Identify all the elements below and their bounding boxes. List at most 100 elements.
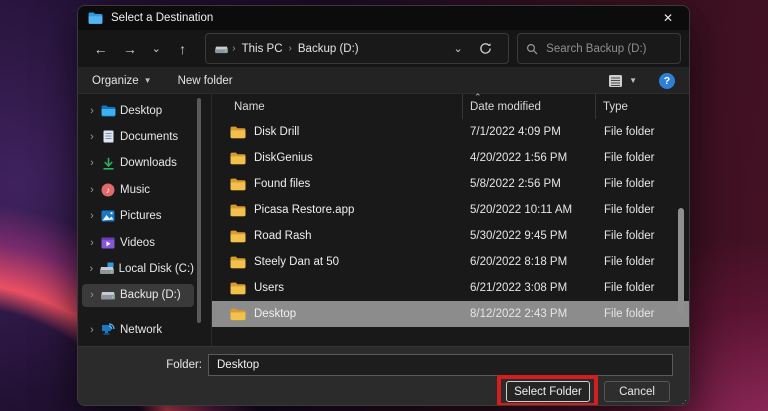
expand-chevron-icon[interactable]: › [86, 324, 98, 336]
breadcrumb-separator: › [232, 43, 236, 54]
organize-button[interactable]: Organize ▼ [92, 75, 152, 87]
sidebar-item-downloads[interactable]: › Downloads [82, 152, 194, 175]
sidebar-item-music[interactable]: › ♪ Music [82, 178, 194, 201]
sidebar-item-label: Documents [120, 130, 179, 143]
sidebar-item-backup-d[interactable]: › Backup (D:) [82, 283, 194, 307]
file-row[interactable]: Disk Drill 7/1/2022 4:09 PM File folder [212, 119, 689, 145]
navigation-bar: ← → ⌄ ↑ › This PC › Backup (D:) ⌄ [78, 30, 689, 68]
sidebar-item-label: Network [120, 323, 163, 336]
search-box[interactable] [517, 33, 681, 64]
back-icon[interactable]: ← [88, 36, 113, 62]
breadcrumb-backup-d[interactable]: Backup (D:) [295, 43, 362, 55]
navigation-sidebar: › Desktop › Documents › Downloads › ♪ Music › Pict… [78, 94, 208, 346]
sidebar-item-label: Music [120, 183, 151, 196]
titlebar: Select a Destination ✕ [78, 6, 689, 30]
file-date-modified: 5/20/2022 10:11 AM [470, 204, 573, 216]
recent-locations-chevron-icon[interactable]: ⌄ [147, 36, 166, 62]
file-name: Disk Drill [254, 126, 300, 138]
file-date-modified: 5/8/2022 2:56 PM [470, 178, 561, 190]
music-icon: ♪ [100, 183, 116, 197]
column-header-date-modified[interactable]: Date modified [462, 94, 595, 119]
column-header-name[interactable]: Name [212, 94, 462, 119]
view-mode-icon[interactable] [608, 74, 623, 88]
sidebar-item-pictures[interactable]: › Pictures [82, 205, 194, 228]
vertical-scrollbar-thumb[interactable] [678, 208, 684, 314]
sidebar-item-label: Videos [120, 236, 155, 249]
file-type: File folder [604, 178, 655, 190]
sidebar-item-local-disk-c[interactable]: › Local Disk (C:) [82, 257, 194, 280]
search-icon [526, 43, 538, 55]
file-type: File folder [604, 230, 655, 242]
folder-icon [230, 256, 246, 269]
search-input[interactable] [546, 42, 667, 55]
drive-icon [214, 43, 229, 54]
file-date-modified: 5/30/2022 9:45 PM [470, 230, 568, 242]
new-folder-button[interactable]: New folder [178, 75, 233, 87]
address-bar[interactable]: › This PC › Backup (D:) ⌄ [205, 33, 510, 64]
select-folder-button[interactable]: Select Folder [506, 381, 590, 402]
resize-grip[interactable]: ⋰ [679, 399, 687, 405]
address-dropdown-chevron-icon[interactable]: ⌄ [448, 36, 468, 62]
up-icon[interactable]: ↑ [170, 36, 195, 62]
expand-chevron-icon[interactable]: › [86, 184, 98, 196]
window-folder-icon [88, 12, 103, 24]
file-type: File folder [604, 282, 655, 294]
expand-chevron-icon[interactable]: › [86, 131, 98, 143]
window-title: Select a Destination [111, 12, 214, 24]
sidebar-scrollbar[interactable] [197, 98, 201, 323]
file-type: File folder [604, 308, 655, 320]
file-name: Steely Dan at 50 [254, 256, 340, 268]
sidebar-item-label: Pictures [120, 210, 162, 223]
column-header-type[interactable]: Type [595, 94, 689, 119]
expand-chevron-icon[interactable]: › [86, 210, 98, 222]
close-icon[interactable]: ✕ [657, 9, 679, 27]
folder-icon [230, 230, 246, 243]
organize-label: Organize [92, 74, 139, 87]
sidebar-item-desktop[interactable]: › Desktop [82, 99, 194, 122]
select-destination-dialog: Select a Destination ✕ ← → ⌄ ↑ › This PC… [77, 5, 690, 406]
expand-chevron-icon[interactable]: › [86, 289, 98, 301]
file-row[interactable]: Road Rash 5/30/2022 9:45 PM File folder [212, 223, 689, 249]
sidebar-item-network[interactable]: › Network [82, 318, 194, 341]
sidebar-item-documents[interactable]: › Documents [82, 125, 194, 148]
cancel-button[interactable]: Cancel [604, 381, 670, 402]
file-date-modified: 6/20/2022 8:18 PM [470, 256, 568, 268]
file-name: Road Rash [254, 230, 312, 242]
file-row[interactable]: Picasa Restore.app 5/20/2022 10:11 AM File… [212, 197, 689, 223]
disk-icon [100, 288, 116, 302]
file-row[interactable]: Found files 5/8/2022 2:56 PM File folder [212, 171, 689, 197]
help-icon[interactable]: ? [659, 72, 675, 89]
organize-dropdown-chevron-icon: ▼ [143, 76, 152, 85]
folder-label: Folder: [166, 359, 202, 371]
file-list: Name Date modified Type ⌃ Disk Drill 7/1/… [211, 92, 689, 346]
expand-chevron-icon[interactable]: › [86, 237, 98, 249]
expand-chevron-icon[interactable]: › [86, 105, 98, 117]
file-name: Users [254, 282, 285, 294]
file-row[interactable]: Users 6/21/2022 3:08 PM File folder [212, 275, 689, 301]
new-folder-label: New folder [177, 74, 233, 87]
network-icon [100, 323, 116, 337]
sort-ascending-icon: ⌃ [474, 92, 482, 102]
expand-chevron-icon[interactable]: › [86, 157, 98, 169]
file-row[interactable]: Steely Dan at 50 6/20/2022 8:18 PM File fo… [212, 249, 689, 275]
sidebar-item-videos[interactable]: › Videos [82, 231, 194, 254]
sidebar-item-label: Local Disk (C:) [118, 262, 194, 275]
column-headers: Name Date modified Type ⌃ [212, 92, 689, 119]
file-row[interactable]: DiskGenius 4/20/2022 1:56 PM File folder [212, 145, 689, 171]
file-type: File folder [604, 152, 655, 164]
folder-icon [230, 152, 246, 165]
file-date-modified: 8/12/2022 2:43 PM [470, 308, 568, 320]
refresh-icon[interactable] [472, 36, 498, 62]
breadcrumb-separator: › [288, 43, 292, 54]
view-mode-chevron-icon[interactable]: ▼ [629, 76, 637, 85]
folder-name-input[interactable] [208, 354, 673, 376]
file-row[interactable]: Desktop 8/12/2022 2:43 PM File folder [212, 301, 689, 327]
forward-icon[interactable]: → [117, 36, 142, 62]
breadcrumb-this-pc[interactable]: This PC [239, 43, 286, 55]
sidebar-item-label: Downloads [120, 157, 177, 170]
file-date-modified: 4/20/2022 1:56 PM [470, 152, 568, 164]
download-icon [100, 156, 116, 170]
file-date-modified: 6/21/2022 3:08 PM [470, 282, 568, 294]
expand-chevron-icon[interactable]: › [86, 263, 97, 275]
file-name: DiskGenius [254, 152, 313, 164]
